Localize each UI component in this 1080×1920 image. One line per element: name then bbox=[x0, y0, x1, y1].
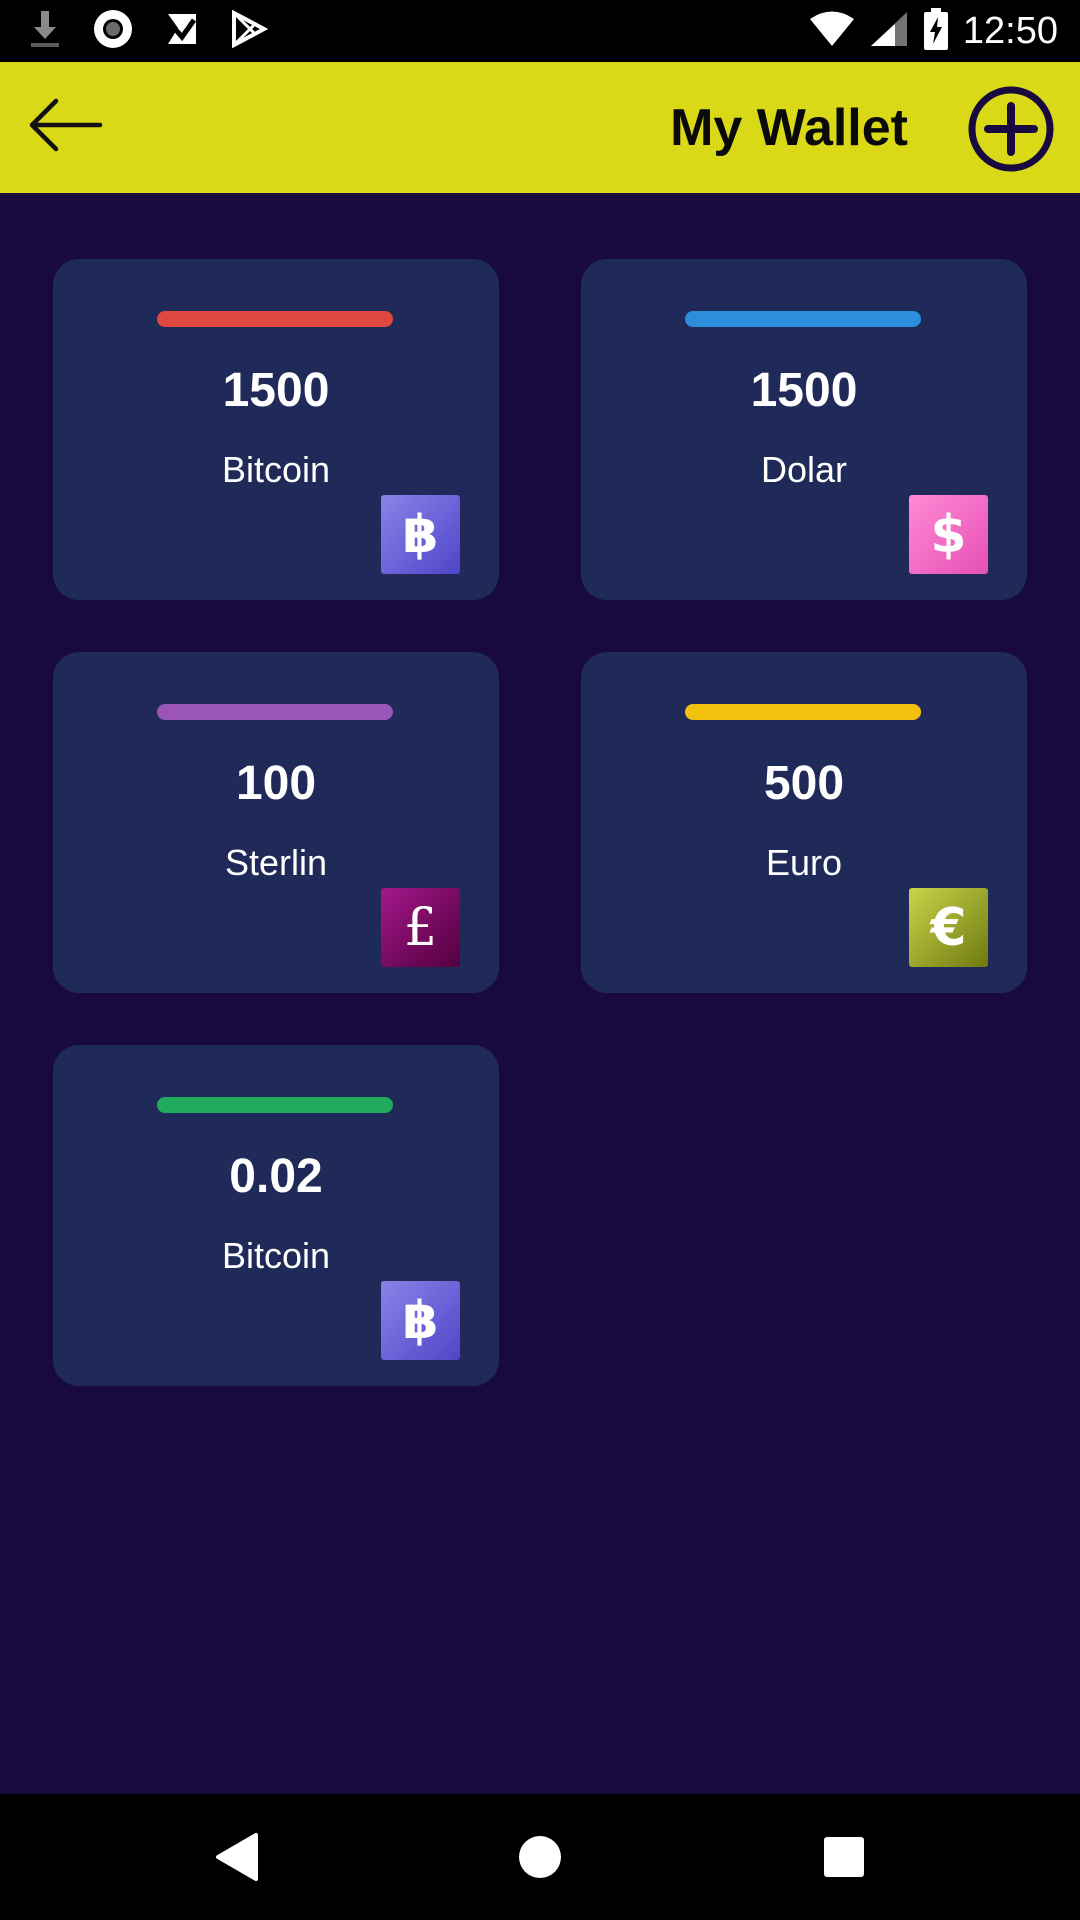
plus-circle-icon bbox=[968, 86, 1054, 176]
wallet-currency-name: Dolar bbox=[760, 449, 848, 490]
back-button[interactable] bbox=[20, 92, 110, 162]
wallet-color-bar bbox=[685, 704, 921, 720]
wallet-color-bar bbox=[157, 311, 393, 327]
signal-icon bbox=[869, 10, 909, 53]
page-title: My Wallet bbox=[670, 99, 908, 157]
wifi-icon bbox=[809, 10, 855, 53]
battery-charging-icon bbox=[923, 7, 949, 55]
nav-home-button[interactable] bbox=[510, 1827, 570, 1887]
pound-icon: £ bbox=[381, 888, 460, 967]
wallet-currency-name: Euro bbox=[765, 842, 843, 883]
system-nav-bar bbox=[0, 1794, 1080, 1920]
wallet-color-bar bbox=[157, 1097, 393, 1113]
wallet-amount: 500 bbox=[763, 757, 845, 810]
bitcoin-icon: ฿ bbox=[381, 1281, 460, 1360]
bitcoin-icon: ฿ bbox=[381, 495, 460, 574]
circle-record-icon bbox=[92, 8, 134, 55]
wallet-color-bar bbox=[157, 704, 393, 720]
nav-recents-icon bbox=[814, 1837, 874, 1891]
wallet-currency-name: Bitcoin bbox=[221, 449, 331, 490]
wallet-card[interactable]: 500 Euro € bbox=[581, 652, 1027, 993]
status-notification-icons bbox=[28, 8, 269, 55]
inbox-check-icon bbox=[164, 10, 200, 53]
wallet-currency-name: Sterlin bbox=[224, 842, 328, 883]
nav-recents-button[interactable] bbox=[814, 1827, 874, 1887]
wallet-card[interactable]: 1500 Bitcoin ฿ bbox=[53, 259, 499, 600]
download-icon bbox=[28, 9, 62, 54]
app-bar: My Wallet bbox=[0, 62, 1080, 193]
wallet-amount: 1500 bbox=[222, 364, 330, 417]
wallet-amount: 1500 bbox=[750, 364, 858, 417]
play-store-icon bbox=[230, 9, 269, 53]
wallet-currency-name: Bitcoin bbox=[221, 1235, 331, 1276]
status-bar: 12:50 bbox=[0, 0, 1080, 62]
nav-back-icon bbox=[206, 1833, 266, 1891]
wallet-card[interactable]: 0.02 Bitcoin ฿ bbox=[53, 1045, 499, 1386]
wallet-amount: 100 bbox=[235, 757, 317, 810]
euro-icon: € bbox=[909, 888, 988, 967]
status-time: 12:50 bbox=[962, 9, 1058, 52]
add-wallet-button[interactable] bbox=[968, 86, 1054, 172]
status-system-icons: 12:50 bbox=[809, 7, 1058, 55]
wallet-color-bar bbox=[685, 311, 921, 327]
nav-home-icon bbox=[510, 1836, 570, 1891]
wallet-card[interactable]: 100 Sterlin £ bbox=[53, 652, 499, 993]
dollar-icon: $ bbox=[909, 495, 988, 574]
wallet-amount: 0.02 bbox=[229, 1150, 323, 1203]
nav-back-button[interactable] bbox=[206, 1827, 266, 1887]
wallet-card[interactable]: 1500 Dolar $ bbox=[581, 259, 1027, 600]
arrow-left-icon bbox=[26, 97, 104, 158]
